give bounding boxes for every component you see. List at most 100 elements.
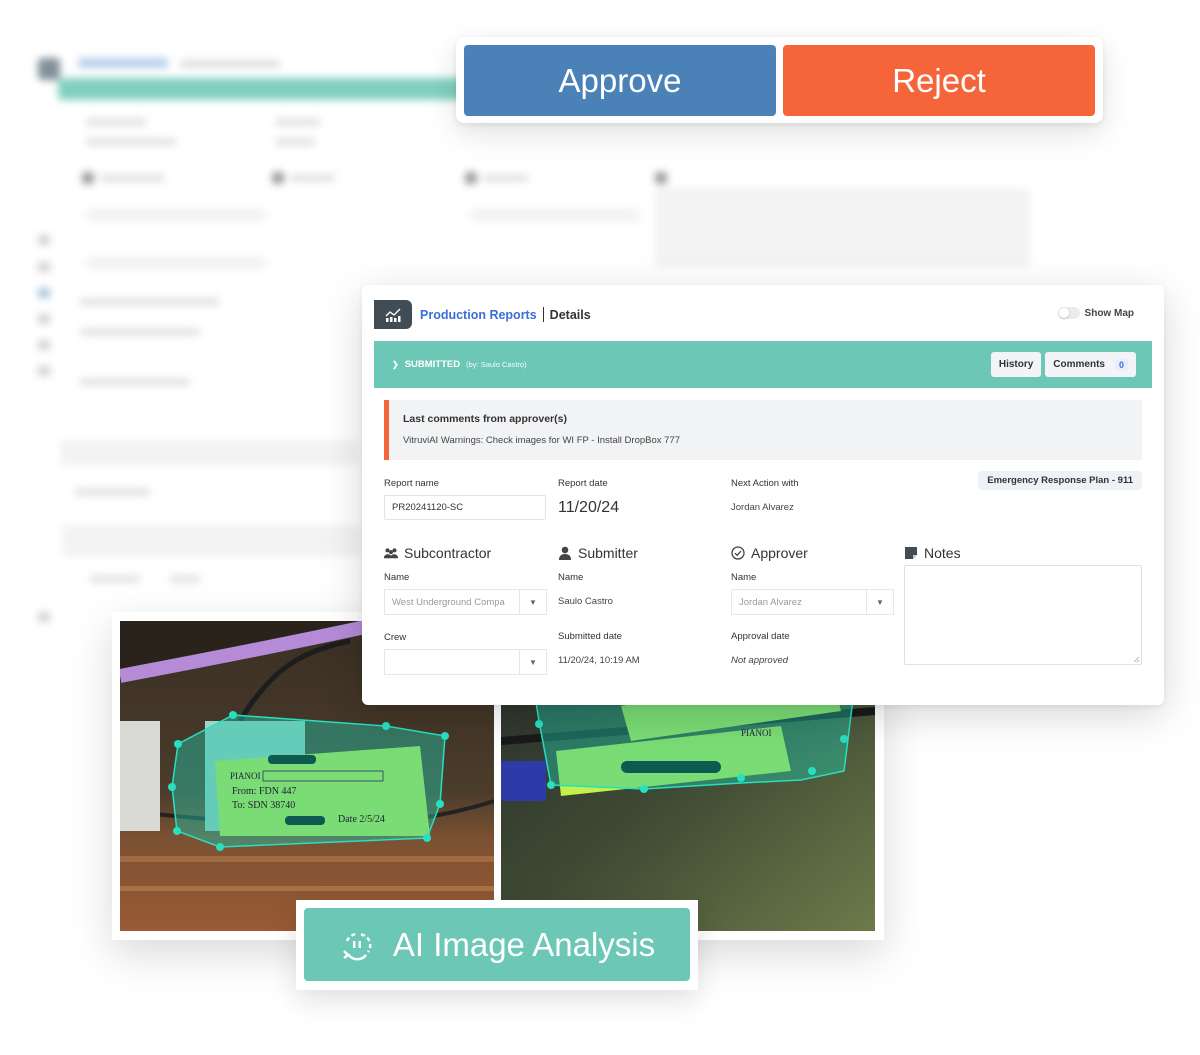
- subcontractor-select[interactable]: West Underground Compa ▼: [384, 589, 547, 615]
- bg-icon: [465, 172, 477, 184]
- ai-image-analysis-button[interactable]: AI Image Analysis: [304, 908, 690, 981]
- bg-status-bar: [58, 78, 478, 100]
- ai-image-analysis-label: AI Image Analysis: [392, 925, 656, 963]
- comments-button[interactable]: Comments 0: [1045, 352, 1136, 377]
- bg-text: [90, 575, 140, 583]
- approver-title: Approver: [751, 545, 808, 561]
- users-icon: [384, 548, 398, 559]
- bg-text: [75, 488, 150, 496]
- bg-icon: [82, 172, 94, 184]
- report-name-label: Report name: [384, 478, 439, 489]
- bg-text: [80, 298, 220, 306]
- last-comment-text: VitruviAI Warnings: Check images for WI …: [403, 435, 681, 446]
- crew-label: Crew: [384, 632, 407, 643]
- subcontractor-name-label: Name: [384, 572, 410, 583]
- bg-logo: [38, 58, 60, 80]
- history-button[interactable]: History: [990, 352, 1042, 377]
- report-name-input[interactable]: [384, 495, 546, 520]
- bg-breadcrumb-2: [180, 60, 280, 68]
- subcontractor-select-value: West Underground Compa: [392, 596, 505, 608]
- status-submitted-by: (by: Saulo Castro): [466, 360, 527, 369]
- bg-text: [80, 378, 190, 386]
- approval-date-value: Not approved: [731, 655, 789, 666]
- show-map-toggle[interactable]: [1057, 307, 1080, 319]
- bg-text: [86, 118, 146, 126]
- notes-heading: Notes: [904, 545, 961, 561]
- report-details-panel: Production Reports Details Show Map ❯ SU…: [362, 285, 1164, 705]
- bg-notes: [655, 188, 1030, 268]
- svg-text:From: FDN 447: From: FDN 447: [232, 786, 296, 797]
- plan-tag: Emergency Response Plan - 911: [978, 471, 1142, 490]
- svg-text:Date 2/5/24: Date 2/5/24: [338, 814, 385, 825]
- bg-sidebar-icon: [38, 235, 50, 245]
- bg-tabbar: [60, 440, 360, 466]
- comments-count-badge: 0: [1114, 358, 1128, 371]
- resize-grip-icon[interactable]: [1132, 655, 1140, 663]
- bg-sidebar-icon: [38, 340, 50, 350]
- bg-sidebar-icon: [38, 366, 50, 376]
- sticky-note-icon: [905, 547, 917, 559]
- approval-actions-card: Approve Reject: [456, 37, 1103, 123]
- approver-select-value: Jordan Alvarez: [739, 596, 802, 608]
- bg-sidebar-icon: [38, 314, 50, 324]
- caret-down-icon: ▼: [866, 590, 893, 614]
- bg-field: [86, 256, 266, 270]
- status-toggle[interactable]: ❯ SUBMITTED (by: Saulo Castro): [392, 359, 527, 370]
- last-comment-box: Last comments from approver(s) VitruviAI…: [384, 400, 1142, 460]
- bg-sidebar-icon: [38, 262, 50, 272]
- approval-date-label: Approval date: [731, 631, 790, 642]
- svg-text:PIANOI: PIANOI: [230, 771, 261, 781]
- report-date-value: 11/20/24: [558, 499, 620, 516]
- bg-text: [80, 328, 200, 336]
- reject-button[interactable]: Reject: [783, 45, 1095, 116]
- bg-text: [100, 174, 165, 182]
- subcontractor-heading: Subcontractor: [384, 545, 491, 561]
- approver-name-label: Name: [731, 572, 757, 583]
- subcontractor-title: Subcontractor: [404, 545, 492, 561]
- bg-icon: [272, 172, 284, 184]
- ai-image-analysis-card: AI Image Analysis: [296, 900, 698, 990]
- notes-textarea[interactable]: [904, 565, 1142, 665]
- svg-text:To: SDN 38740: To: SDN 38740: [232, 800, 295, 811]
- breadcrumb-production-reports[interactable]: Production Reports: [420, 308, 537, 322]
- status-buttons: History Comments 0: [990, 352, 1136, 377]
- breadcrumb-details: Details: [549, 307, 591, 322]
- report-date-label: Report date: [558, 478, 608, 489]
- bg-sidebar-icon: [38, 612, 50, 622]
- comments-label: Comments: [1053, 359, 1105, 370]
- show-map-label: Show Map: [1084, 307, 1134, 319]
- bg-sidebar-icon: [38, 288, 50, 298]
- approve-button[interactable]: Approve: [464, 45, 776, 116]
- bg-text: [170, 575, 200, 583]
- history-label: History: [998, 359, 1034, 370]
- panel-header: Production Reports Details Show Map: [362, 285, 1164, 341]
- bg-text: [290, 174, 335, 182]
- submitted-date-label: Submitted date: [558, 631, 622, 642]
- bg-breadcrumb: [78, 58, 168, 68]
- breadcrumb-separator: [542, 307, 544, 322]
- bg-text: [275, 118, 320, 126]
- status-label: SUBMITTED: [404, 359, 461, 370]
- chart-icon[interactable]: [374, 300, 412, 329]
- next-action-value: Jordan Alvarez: [731, 502, 794, 513]
- bg-text: [275, 138, 315, 146]
- status-bar: ❯ SUBMITTED (by: Saulo Castro) History C…: [374, 341, 1152, 388]
- check-circle-icon: [731, 546, 745, 560]
- ai-scan-icon: [342, 932, 372, 960]
- breadcrumb: Production Reports Details: [420, 307, 591, 322]
- submitted-date-value: 11/20/24, 10:19 AM: [558, 655, 640, 666]
- approver-select[interactable]: Jordan Alvarez ▼: [731, 589, 894, 615]
- next-action-label: Next Action with: [731, 478, 799, 489]
- submitter-name-label: Name: [558, 572, 584, 583]
- crew-select[interactable]: ▼: [384, 649, 547, 675]
- submitter-title: Submitter: [578, 545, 638, 561]
- user-icon: [559, 546, 571, 560]
- caret-down-icon: ▼: [519, 650, 546, 674]
- notes-title: Notes: [924, 545, 961, 561]
- submitter-heading: Submitter: [558, 545, 638, 561]
- bg-table-header: [62, 525, 362, 557]
- svg-text:PIANOI: PIANOI: [741, 728, 772, 738]
- bg-icon: [655, 172, 667, 184]
- bg-field: [470, 208, 640, 222]
- submitter-name-value: Saulo Castro: [558, 596, 613, 607]
